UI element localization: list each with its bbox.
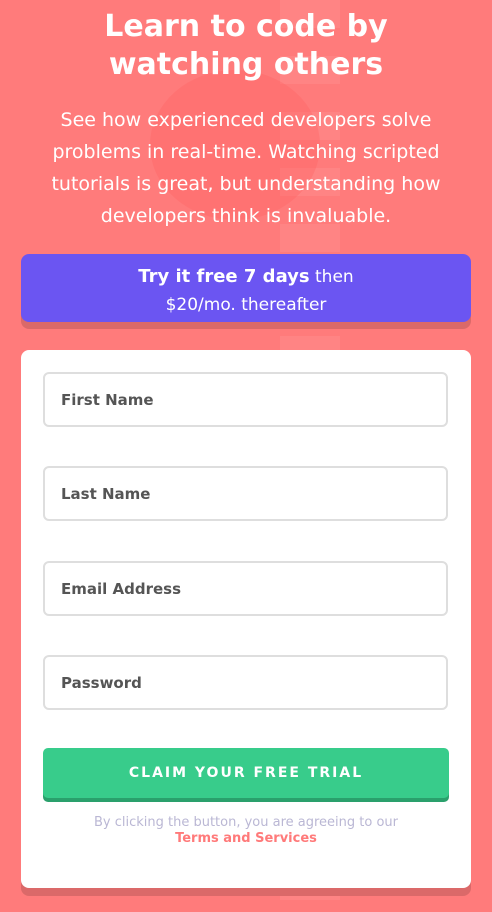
trial-offer-banner: Try it free 7 days then $20/mo. thereaft… (21, 254, 471, 322)
email-field[interactable] (43, 561, 448, 616)
intro-line-4: developers think is invaluable. (100, 205, 392, 227)
legal-notice: By clicking the button, you are agreeing… (21, 815, 471, 847)
intro-line-2: problems in real-time. Watching scripted (52, 141, 440, 163)
page-title: Learn to code by watching others (0, 8, 492, 84)
offer-then-text: then (315, 267, 354, 287)
offer-strong-text: Try it free 7 days (138, 266, 310, 287)
signup-form-card: CLAIM YOUR FREE TRIAL By clicking the bu… (21, 350, 471, 888)
intro-line-1: See how experienced developers solve (60, 109, 432, 131)
offer-price-text: $20/mo. thereafter (165, 295, 327, 315)
page: Learn to code by watching others See how… (0, 0, 492, 912)
password-field[interactable] (43, 655, 448, 710)
terms-link[interactable]: Terms and Services (175, 831, 317, 846)
last-name-field[interactable] (43, 466, 448, 521)
first-name-field[interactable] (43, 372, 448, 427)
page-title-line-2: watching others (108, 47, 384, 82)
claim-trial-button[interactable]: CLAIM YOUR FREE TRIAL (43, 748, 449, 798)
intro-text: See how experienced developers solve pro… (24, 104, 468, 232)
page-title-line-1: Learn to code by (104, 9, 388, 44)
intro-line-3: tutorials is great, but understanding ho… (51, 173, 441, 195)
legal-text: By clicking the button, you are agreeing… (93, 815, 399, 830)
